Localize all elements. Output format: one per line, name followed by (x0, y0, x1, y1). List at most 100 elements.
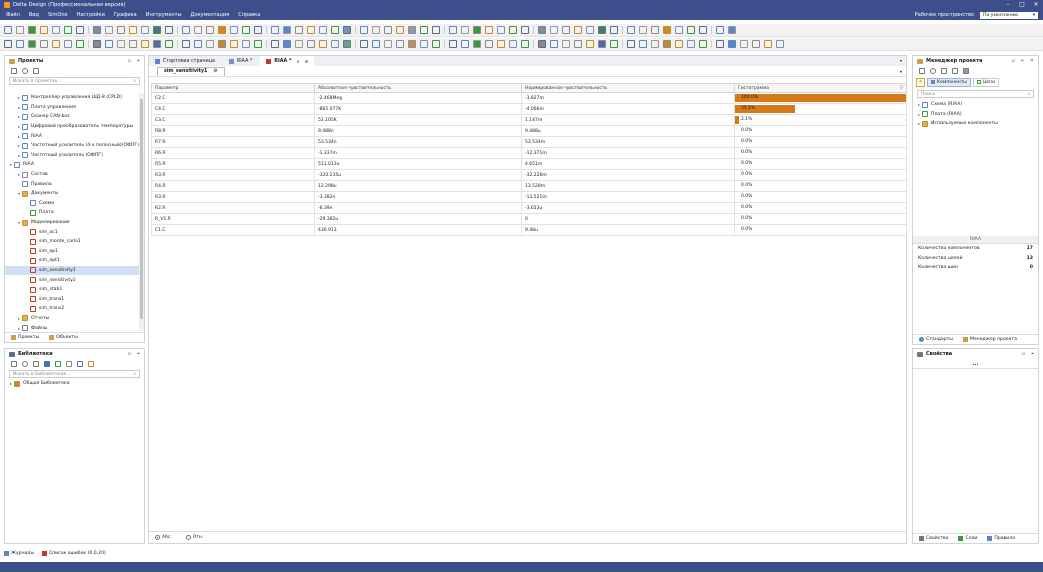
toolbar-tool-icon[interactable] (473, 40, 481, 48)
tab-sim-sensitivity1[interactable]: sim_sensitivity1 ⚙ (157, 66, 225, 76)
toolbar-tool-icon[interactable] (271, 26, 279, 34)
expand-icon[interactable] (952, 68, 958, 74)
list-item[interactable]: sim_op1 (5, 247, 140, 257)
list-item[interactable]: ▸ Плата управления (5, 103, 140, 113)
toolbar-tool-icon[interactable] (254, 26, 262, 34)
toolbar-tool-icon[interactable] (141, 40, 149, 48)
toolbar-tool-icon[interactable] (627, 40, 635, 48)
table-row[interactable]: C3.C 52.105K 1.147m 2.1% (151, 114, 907, 126)
toolbar-tool-icon[interactable] (218, 40, 226, 48)
toolbar-tool-icon[interactable] (384, 40, 392, 48)
radio-rel[interactable]: Отн. (185, 535, 203, 540)
radio-rel-dot[interactable] (185, 535, 191, 540)
list-item[interactable]: ▸ Частотный усилитель (4-х полосный)(ОФПГ… (5, 141, 140, 151)
list-item[interactable]: ▸ Файлы (5, 323, 140, 331)
toolbar-tool-icon[interactable] (40, 26, 48, 34)
toolbar-tool-icon[interactable] (586, 40, 594, 48)
toolbar-tool-icon[interactable] (574, 40, 582, 48)
toolbar-tool-icon[interactable] (307, 26, 315, 34)
settings-icon[interactable] (88, 361, 94, 367)
toolbar-tool-icon[interactable] (360, 40, 368, 48)
table-row[interactable]: R3.R -320.235u -32.226m 0.0% (151, 169, 907, 181)
toolbar-tool-icon[interactable] (295, 40, 303, 48)
dock-icon[interactable]: ⌖ (1031, 351, 1034, 357)
copy-icon[interactable] (33, 361, 39, 367)
toolbar-tool-icon[interactable] (728, 40, 736, 48)
toolbar-tool-icon[interactable] (242, 26, 250, 34)
toolbar-tool-icon[interactable] (420, 26, 428, 34)
toolbar-tool-icon[interactable] (242, 40, 250, 48)
workspace-select[interactable]: По умолчанию ▾ (980, 11, 1038, 19)
list-item[interactable]: ▸ RIAA (5, 131, 140, 141)
toolbar-tool-icon[interactable] (105, 40, 113, 48)
list-item[interactable]: ▸ Контроллер управления ШД-8 (CPLD) (5, 93, 140, 103)
pm-search[interactable]: Поиск ⌕ (917, 90, 1034, 98)
toolbar-tool-icon[interactable] (461, 26, 469, 34)
toolbar-tool-icon[interactable] (396, 26, 404, 34)
list-item[interactable]: sim_trans2 (5, 304, 140, 314)
tab-layers[interactable]: Слои (958, 536, 977, 541)
toolbar-tool-icon[interactable] (206, 40, 214, 48)
toolbar-tool-icon[interactable] (254, 40, 262, 48)
toolbar-tool-icon[interactable] (271, 40, 279, 48)
list-item[interactable]: sim_trans1 (5, 294, 140, 304)
toolbar-tool-icon[interactable] (52, 40, 60, 48)
chevron-down-icon[interactable]: ▾ (900, 56, 902, 66)
list-item[interactable]: sim_monte_carlo1 (5, 237, 140, 247)
list-item[interactable]: sim_stab1 (5, 285, 140, 295)
toolbar-tool-icon[interactable] (319, 26, 327, 34)
col-parameter[interactable]: Параметр (151, 83, 315, 93)
tab-rules[interactable]: Правила (987, 536, 1015, 541)
toolbar-tool-icon[interactable] (408, 26, 416, 34)
collapse-all-icon[interactable] (11, 361, 17, 367)
tab-standards[interactable]: Стандарты (919, 337, 953, 342)
tab-components[interactable]: Компоненты (927, 77, 971, 87)
menu-graphics[interactable]: Графика (114, 12, 137, 18)
toolbar-tool-icon[interactable] (105, 26, 113, 34)
toolbar-tool-icon[interactable] (76, 26, 84, 34)
toolbar-tool-icon[interactable] (740, 40, 748, 48)
table-row[interactable]: R5.R 511.013u 4.651m 0.0% (151, 158, 907, 170)
tab-projects[interactable]: Проекты (11, 335, 39, 340)
list-item[interactable]: sim_ac1 (5, 227, 140, 237)
toolbar-tool-icon[interactable] (76, 40, 84, 48)
menu-simone[interactable]: SimOne (48, 12, 68, 18)
toolbar-tool-icon[interactable] (295, 26, 303, 34)
toolbar-tool-icon[interactable] (64, 26, 72, 34)
toolbar-tool-icon[interactable] (776, 40, 784, 48)
projects-search[interactable]: Искать в проектах... ⌕ (9, 77, 140, 85)
list-item[interactable]: ▸ Плата (RIAA) (916, 110, 1038, 120)
toolbar-tool-icon[interactable] (283, 40, 291, 48)
refresh-icon[interactable] (22, 68, 28, 74)
toolbar-tool-icon[interactable] (485, 40, 493, 48)
list-item[interactable]: sim_opt1 (5, 256, 140, 266)
table-row[interactable]: R2.R -6.39n -3.023u 0.0% (151, 202, 907, 214)
toolbar-tool-icon[interactable] (432, 40, 440, 48)
toolbar-tool-icon[interactable] (343, 26, 351, 34)
toolbar-tool-icon[interactable] (182, 26, 190, 34)
toolbar-tool-icon[interactable] (651, 26, 659, 34)
tab-logs[interactable]: Журналы (4, 551, 34, 556)
toolbar-tool-icon[interactable] (93, 40, 101, 48)
menu-view[interactable]: Вид (29, 12, 39, 18)
table-row[interactable]: R7.R 53.534n 53.534m 0.0% (151, 136, 907, 148)
toolbar-tool-icon[interactable] (598, 40, 606, 48)
toolbar-tool-icon[interactable] (699, 26, 707, 34)
toolbar-tool-icon[interactable] (716, 40, 724, 48)
list-item[interactable]: ▸ Цифровой преобразователь температуры (5, 122, 140, 132)
toolbar-tool-icon[interactable] (117, 40, 125, 48)
toolbar-tool-icon[interactable] (651, 40, 659, 48)
toolbar-tool-icon[interactable] (627, 26, 635, 34)
toolbar-tool-icon[interactable] (283, 26, 291, 34)
menu-settings[interactable]: Настройки (77, 12, 105, 18)
toolbar-tool-icon[interactable] (165, 40, 173, 48)
toolbar-tool-icon[interactable] (550, 26, 558, 34)
menu-documentation[interactable]: Документация (191, 12, 230, 18)
dock-icon[interactable]: ⌖ (1021, 58, 1024, 64)
toolbar-tool-icon[interactable] (16, 26, 24, 34)
toolbar-tool-icon[interactable] (538, 26, 546, 34)
settings-tab-icon[interactable]: ⚙ (305, 59, 309, 64)
toolbar-tool-icon[interactable] (497, 40, 505, 48)
projects-scrollbar[interactable] (139, 93, 144, 331)
toolbar-tool-icon[interactable] (28, 26, 36, 34)
